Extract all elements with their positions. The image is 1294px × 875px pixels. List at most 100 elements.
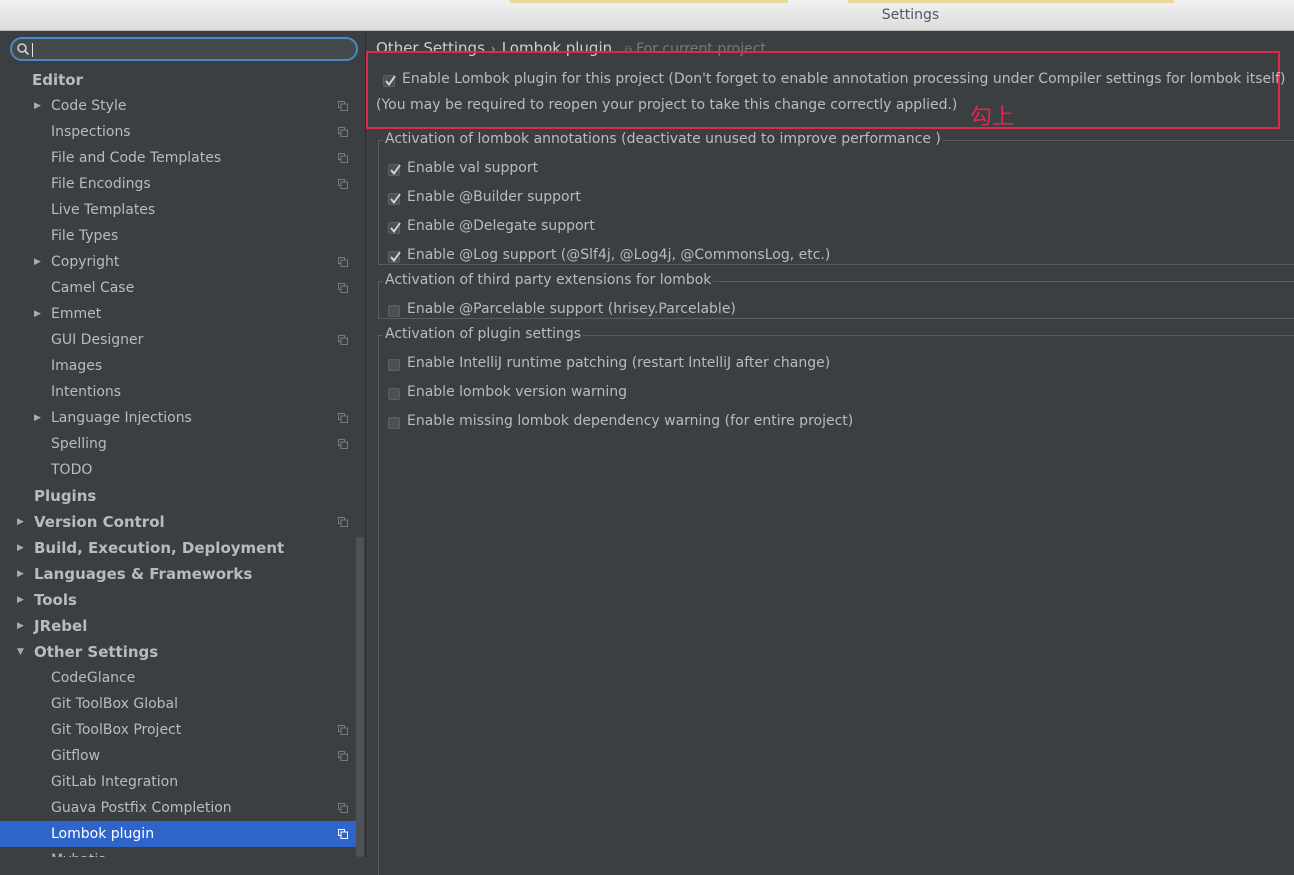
sidebar-item-jrebel[interactable]: ▶ JRebel: [0, 613, 364, 639]
option-checkbox[interactable]: [388, 251, 401, 263]
option-checkbox[interactable]: [388, 388, 400, 400]
sidebar-item-other-settings[interactable]: ▼ Other Settings: [0, 639, 364, 665]
enable-plugin-label: Enable Lombok plugin for this project (D…: [402, 71, 1286, 87]
option-checkbox[interactable]: [388, 193, 401, 205]
enable-plugin-checkbox[interactable]: [383, 75, 396, 87]
sidebar-item-live-templates[interactable]: Live Templates: [0, 197, 364, 223]
option-checkbox[interactable]: [388, 359, 400, 371]
option-checkbox[interactable]: [388, 305, 400, 317]
sidebar-item-label: Tools: [34, 591, 77, 609]
checkmark-icon: [390, 164, 401, 175]
sidebar-item-label: Emmet: [51, 306, 102, 322]
sidebar-item-label: Gitflow: [51, 748, 101, 764]
option-label: Enable @Builder support: [407, 189, 581, 205]
sidebar-scrollbar[interactable]: [356, 537, 364, 857]
search-icon: [17, 43, 30, 56]
sidebar-item-label: Spelling: [51, 436, 107, 452]
sidebar-item-label: Mybatis: [51, 847, 106, 857]
title-bar-decoration: [510, 0, 788, 3]
sidebar-item-file-encodings[interactable]: File Encodings: [0, 171, 364, 197]
sidebar-item-camel-case[interactable]: Camel Case: [0, 275, 364, 301]
project-settings-icon: [338, 257, 348, 267]
search-input[interactable]: [34, 39, 338, 61]
collapsed-arrow-icon[interactable]: ▶: [34, 249, 41, 275]
sidebar-item-label: Build, Execution, Deployment: [34, 539, 285, 557]
sidebar-item-build-execution-deployment[interactable]: ▶ Build, Execution, Deployment: [0, 535, 364, 561]
sidebar-item-images[interactable]: Images: [0, 353, 364, 379]
sidebar-item-label: Plugins: [34, 487, 97, 505]
sidebar-item-intentions[interactable]: Intentions: [0, 379, 364, 405]
sidebar-item-guava-postfix-completion[interactable]: Guava Postfix Completion: [0, 795, 364, 821]
sidebar-item-tools[interactable]: ▶ Tools: [0, 587, 364, 613]
option-checkbox[interactable]: [388, 417, 400, 429]
settings-content: Other Settings › Lombok plugin ⧉ For curren…: [366, 31, 1294, 875]
option-label: Enable @Parcelable support (hrisey.Parce…: [407, 301, 736, 317]
option-label: Enable @Delegate support: [407, 218, 595, 234]
sidebar-item-gitlab-integration[interactable]: GitLab Integration: [0, 769, 364, 795]
sidebar-item-git-toolbox-project[interactable]: Git ToolBox Project: [0, 717, 364, 743]
sidebar-item-gitflow[interactable]: Gitflow: [0, 743, 364, 769]
option-checkbox[interactable]: [388, 222, 401, 234]
title-bar: Settings: [0, 0, 1294, 31]
sidebar-item-label: TODO: [51, 462, 93, 478]
sidebar-item-label: Editor: [32, 71, 83, 89]
sidebar-item-git-toolbox-global[interactable]: Git ToolBox Global: [0, 691, 364, 717]
sidebar-item-label: Languages & Frameworks: [34, 565, 253, 583]
project-settings-icon: [338, 803, 348, 813]
project-settings-icon: [338, 101, 348, 111]
checkmark-icon: [390, 251, 401, 262]
sidebar-item-label: Inspections: [51, 124, 131, 140]
sidebar-item-todo[interactable]: TODO: [0, 457, 364, 483]
sidebar-item-version-control[interactable]: ▶ Version Control: [0, 509, 364, 535]
checkmark-icon: [390, 222, 401, 233]
project-settings-icon: [338, 413, 348, 423]
sidebar-item-file-types[interactable]: File Types: [0, 223, 364, 249]
sidebar-item-label: File Encodings: [51, 176, 151, 192]
sidebar-item-codeglance[interactable]: CodeGlance: [0, 665, 364, 691]
title-bar-decoration: [848, 0, 1174, 3]
sidebar-item-copyright[interactable]: ▶ Copyright: [0, 249, 364, 275]
sidebar-item-code-style[interactable]: ▶ Code Style: [0, 93, 364, 119]
project-settings-icon: [338, 829, 348, 839]
sidebar-item-label: File Types: [51, 228, 119, 244]
sidebar-item-label: Git ToolBox Project: [51, 722, 182, 738]
sidebar-item-spelling[interactable]: Spelling: [0, 431, 364, 457]
sidebar-item-languages-frameworks[interactable]: ▶ Languages & Frameworks: [0, 561, 364, 587]
sidebar-item-lombok-plugin[interactable]: Lombok plugin: [0, 821, 364, 847]
collapsed-arrow-icon[interactable]: ▶: [34, 405, 41, 431]
collapsed-arrow-icon[interactable]: ▶: [34, 93, 41, 119]
collapsed-arrow-icon[interactable]: ▶: [34, 301, 41, 327]
highlight-box: [366, 51, 1280, 129]
expanded-arrow-icon[interactable]: ▼: [17, 639, 24, 665]
sidebar-item-gui-designer[interactable]: GUI Designer: [0, 327, 364, 353]
sidebar-item-label: Copyright: [51, 254, 120, 270]
sidebar-item-language-injections[interactable]: ▶ Language Injections: [0, 405, 364, 431]
sidebar-item-label: GitLab Integration: [51, 774, 179, 790]
sidebar-item-label: GUI Designer: [51, 332, 144, 348]
collapsed-arrow-icon[interactable]: ▶: [17, 613, 24, 639]
sidebar-item-mybatis[interactable]: Mybatis: [0, 847, 364, 857]
project-settings-icon: [338, 725, 348, 735]
sidebar-item-editor[interactable]: Editor: [0, 67, 364, 93]
project-settings-icon: [338, 751, 348, 761]
project-settings-icon: [338, 283, 348, 293]
collapsed-arrow-icon[interactable]: ▶: [17, 587, 24, 613]
collapsed-arrow-icon[interactable]: ▶: [17, 509, 24, 535]
sidebar-item-inspections[interactable]: Inspections: [0, 119, 364, 145]
sidebar-item-label: Code Style: [51, 98, 127, 114]
option-label: Enable lombok version warning: [407, 384, 628, 400]
option-checkbox[interactable]: [388, 164, 401, 176]
sidebar-item-label: Guava Postfix Completion: [51, 800, 232, 816]
collapsed-arrow-icon[interactable]: ▶: [17, 561, 24, 587]
sidebar-item-label: CodeGlance: [51, 670, 136, 686]
project-settings-icon: [338, 127, 348, 137]
reopen-note: (You may be required to reopen your proj…: [376, 97, 958, 113]
project-settings-icon: [338, 439, 348, 449]
search-box[interactable]: [10, 37, 358, 61]
group-legend: Activation of lombok annotations (deacti…: [383, 131, 943, 147]
sidebar-item-plugins[interactable]: Plugins: [0, 483, 364, 509]
sidebar-item-file-and-code-templates[interactable]: File and Code Templates: [0, 145, 364, 171]
sidebar-item-emmet[interactable]: ▶ Emmet: [0, 301, 364, 327]
group-legend: Activation of plugin settings: [383, 326, 584, 342]
collapsed-arrow-icon[interactable]: ▶: [17, 535, 24, 561]
